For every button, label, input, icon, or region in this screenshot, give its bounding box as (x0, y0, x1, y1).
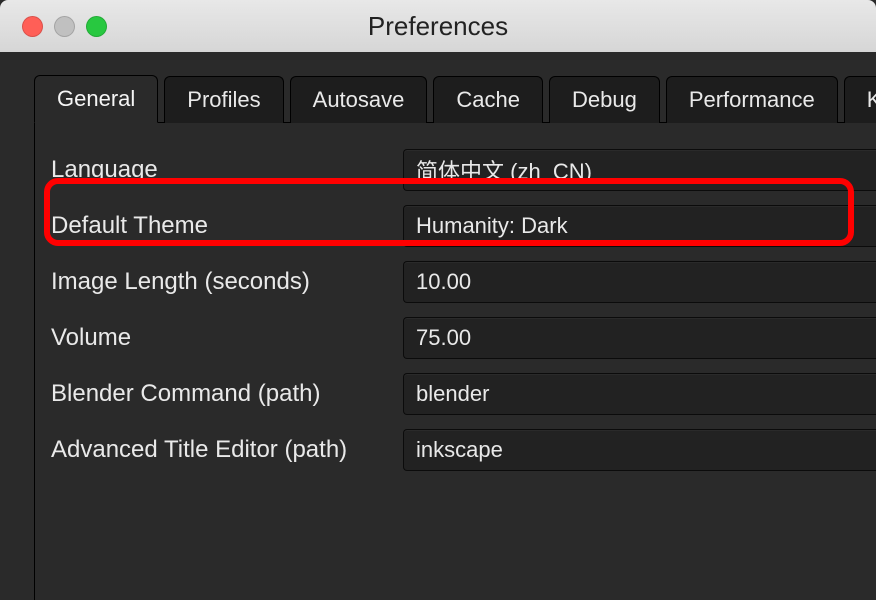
row-theme: Default Theme Humanity: Dark (35, 205, 876, 247)
tab-general[interactable]: General (34, 75, 158, 123)
input-volume[interactable]: 75.00 (403, 317, 876, 359)
window-title: Preferences (368, 11, 508, 42)
label-blender: Blender Command (path) (35, 380, 403, 408)
label-image-length: Image Length (seconds) (35, 268, 403, 296)
label-theme: Default Theme (35, 212, 403, 240)
input-title-editor[interactable]: inkscape (403, 429, 876, 471)
tab-keyboard[interactable]: Ke (844, 76, 876, 123)
row-title-editor: Advanced Title Editor (path) inkscape (35, 429, 876, 471)
row-language: Language 简体中文 (zh_CN) (35, 149, 876, 191)
close-icon[interactable] (22, 16, 43, 37)
select-language[interactable]: 简体中文 (zh_CN) (403, 149, 876, 191)
minimize-icon[interactable] (54, 16, 75, 37)
label-language: Language (35, 156, 403, 184)
row-volume: Volume 75.00 (35, 317, 876, 359)
window-controls (0, 16, 107, 37)
tab-debug[interactable]: Debug (549, 76, 660, 123)
label-volume: Volume (35, 324, 403, 352)
select-theme[interactable]: Humanity: Dark (403, 205, 876, 247)
tab-bar: General Profiles Autosave Cache Debug Pe… (34, 74, 876, 122)
tab-profiles[interactable]: Profiles (164, 76, 283, 123)
window-body: General Profiles Autosave Cache Debug Pe… (0, 52, 876, 600)
tab-performance[interactable]: Performance (666, 76, 838, 123)
input-image-length[interactable]: 10.00 (403, 261, 876, 303)
row-image-length: Image Length (seconds) 10.00 (35, 261, 876, 303)
maximize-icon[interactable] (86, 16, 107, 37)
tab-cache[interactable]: Cache (433, 76, 543, 123)
tab-pane-general: Language 简体中文 (zh_CN) Default Theme Huma… (34, 122, 876, 600)
tab-autosave[interactable]: Autosave (290, 76, 428, 123)
row-blender: Blender Command (path) blender (35, 373, 876, 415)
label-title-editor: Advanced Title Editor (path) (35, 436, 403, 464)
titlebar: Preferences (0, 0, 876, 52)
preferences-window: Preferences General Profiles Autosave Ca… (0, 0, 876, 600)
input-blender[interactable]: blender (403, 373, 876, 415)
